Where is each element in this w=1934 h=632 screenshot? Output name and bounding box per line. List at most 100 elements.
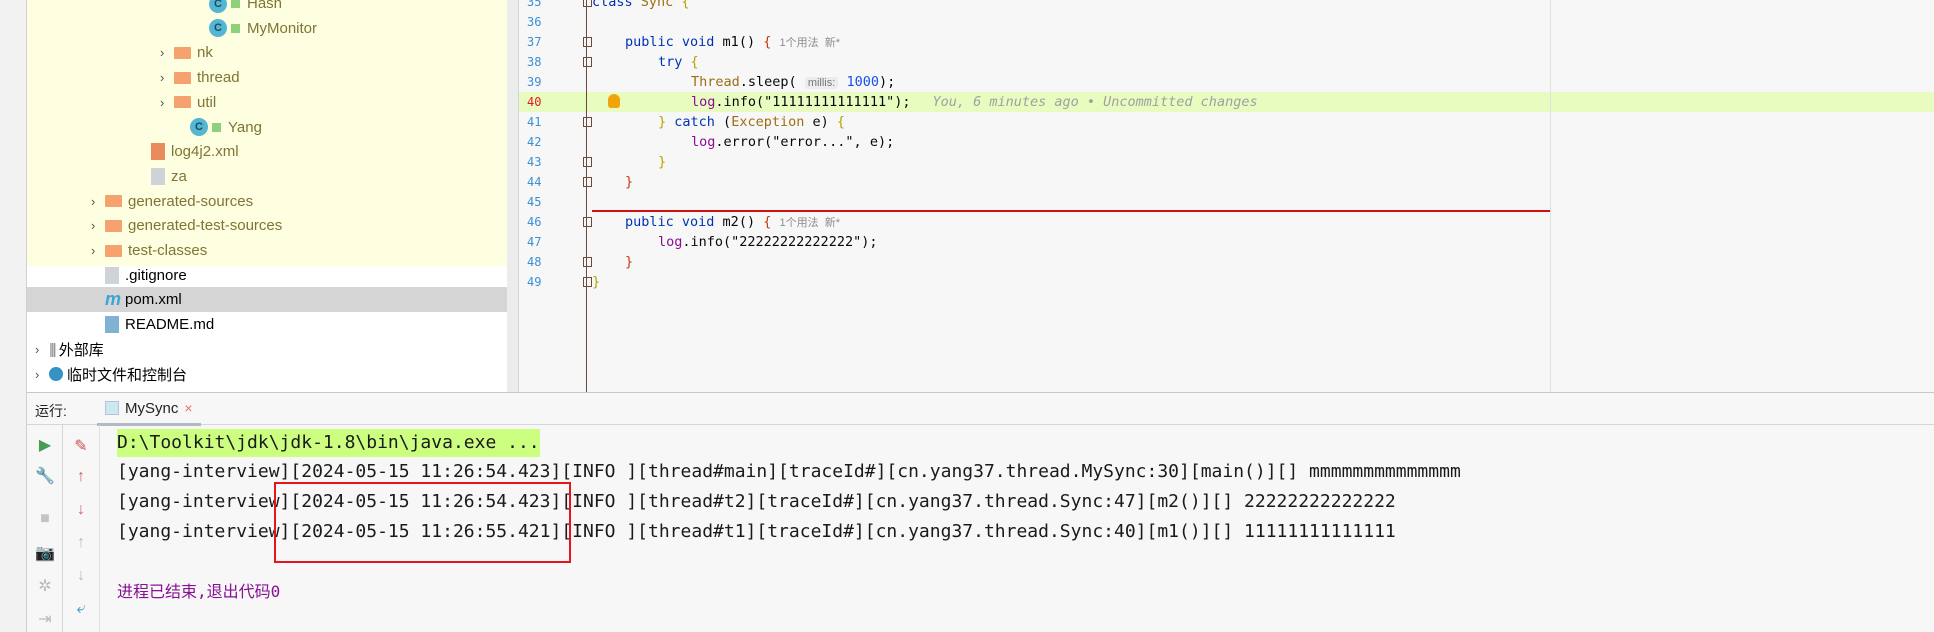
chevron-right-icon[interactable]: ›: [91, 243, 105, 258]
chevron-right-icon[interactable]: ›: [91, 218, 105, 233]
code-line[interactable]: 45: [519, 192, 1934, 212]
tree-item[interactable]: › util: [27, 90, 507, 115]
project-tree: C Hash C MyMonitor › nk › thread › util C Yang log4j…: [27, 0, 519, 392]
chevron-right-icon[interactable]: ›: [160, 45, 174, 60]
arrow-down-icon[interactable]: ↓: [68, 498, 94, 522]
code-token: 1000: [838, 74, 879, 90]
chevron-right-icon[interactable]: ›: [35, 342, 49, 357]
tree-item[interactable]: › generated-test-sources: [27, 213, 507, 238]
tab-mysync[interactable]: MySync ×: [97, 393, 201, 426]
code-line[interactable]: 37 public void m1() { 1个用法 新*: [519, 32, 1934, 52]
tree-item[interactable]: › ||| 外部库: [27, 337, 507, 362]
usages-hint[interactable]: 1个用法 新*: [779, 217, 840, 229]
chevron-right-icon[interactable]: ›: [91, 194, 105, 209]
tab-label: MySync: [125, 399, 179, 417]
camera-icon[interactable]: 📷: [32, 542, 58, 566]
code-editor[interactable]: 35 class Sync {36 37 public void m1() { 1个用…: [519, 0, 1934, 392]
tree-item[interactable]: m pom.xml: [27, 287, 518, 313]
rerun-icon[interactable]: ▶: [32, 434, 58, 458]
code-line[interactable]: 44}: [519, 172, 1934, 192]
line-number: 48: [527, 255, 542, 269]
tree-item[interactable]: › generated-sources: [27, 189, 507, 214]
stop-icon[interactable]: ■: [32, 507, 58, 531]
folder-icon: [105, 244, 122, 257]
fold-marker-icon[interactable]: [583, 277, 592, 287]
code-token: public void: [625, 34, 723, 50]
tree-scrollbar[interactable]: [507, 0, 518, 392]
fold-marker-icon[interactable]: [583, 177, 592, 187]
tree-item[interactable]: › 临时文件和控制台: [27, 362, 507, 387]
tree-item[interactable]: › thread: [27, 65, 507, 90]
code-line[interactable]: 40 log.info("11111111111111"); You, 6 minu…: [519, 92, 1934, 112]
soft-wrap-icon[interactable]: ⤶: [68, 597, 94, 621]
line-number: 41: [527, 115, 542, 129]
code-token: {: [763, 214, 772, 230]
debug-icon[interactable]: ✲: [32, 575, 58, 599]
code-token: (): [738, 214, 764, 230]
code-token: }: [658, 114, 675, 130]
arrow-down-disabled-icon[interactable]: ↓: [68, 564, 94, 588]
tree-item[interactable]: .gitignore: [27, 263, 507, 288]
tree-item[interactable]: › test-classes: [27, 238, 507, 263]
fold-marker-icon[interactable]: [583, 57, 592, 67]
console-command: D:\Toolkit\jdk\jdk-1.8\bin\java.exe ...: [117, 429, 540, 457]
tree-item[interactable]: C MyMonitor: [27, 16, 507, 41]
arrow-up-disabled-icon[interactable]: ↑: [68, 531, 94, 555]
tree-item-label: log4j2.xml: [171, 143, 239, 161]
fold-marker-icon[interactable]: [583, 0, 592, 7]
code-line[interactable]: 36: [519, 12, 1934, 32]
tree-item-label: README.md: [125, 316, 215, 334]
tree-item-label: .gitignore: [125, 266, 187, 284]
code-line[interactable]: 43}: [519, 152, 1934, 172]
close-icon[interactable]: ×: [184, 400, 192, 416]
fold-marker-icon[interactable]: [583, 257, 592, 267]
code-token: {: [836, 114, 845, 130]
tree-item[interactable]: za: [27, 164, 507, 189]
folder-icon: [174, 71, 191, 84]
login-icon[interactable]: ⇥: [32, 608, 58, 632]
code-line[interactable]: 38 try {: [519, 52, 1934, 72]
code-line[interactable]: 35 class Sync {: [519, 0, 1934, 12]
ignore-file-icon: [105, 266, 119, 284]
tree-item[interactable]: C Hash: [27, 0, 507, 16]
code-token: Sync: [640, 0, 682, 10]
code-token: (): [738, 34, 764, 50]
class-icon: C: [190, 118, 208, 136]
tree-item-label: generated-test-sources: [128, 217, 283, 235]
tree-item[interactable]: C Yang: [27, 115, 507, 140]
fold-guide: [586, 0, 587, 392]
scratch-icon: [49, 367, 63, 381]
tree-item-label: Yang: [228, 118, 262, 136]
chevron-right-icon[interactable]: ›: [35, 367, 49, 382]
fold-marker-icon[interactable]: [583, 217, 592, 227]
lightbulb-icon[interactable]: [608, 94, 620, 108]
clear-icon[interactable]: ✎: [68, 435, 94, 459]
fold-marker-icon[interactable]: [583, 117, 592, 127]
tree-item[interactable]: README.md: [27, 312, 507, 337]
fold-marker-icon[interactable]: [583, 37, 592, 47]
fold-marker-icon[interactable]: [583, 157, 592, 167]
tree-item[interactable]: › nk: [27, 40, 507, 65]
usages-hint[interactable]: 1个用法 新*: [779, 37, 840, 49]
folder-icon: [105, 219, 122, 232]
code-line[interactable]: 49}: [519, 272, 1934, 292]
chevron-right-icon[interactable]: ›: [160, 70, 174, 85]
git-blame-annotation: You, 6 minutes ago • Uncommitted changes: [932, 94, 1258, 110]
code-token: log: [691, 94, 716, 110]
chevron-right-icon[interactable]: ›: [160, 95, 174, 110]
code-token: .error("error...", e);: [715, 134, 895, 150]
code-line[interactable]: 47 log.info("22222222222222");: [519, 232, 1934, 252]
arrow-up-icon[interactable]: ↑: [68, 465, 94, 489]
code-token: class: [592, 0, 641, 10]
code-line[interactable]: 41} catch (Exception e) {: [519, 112, 1934, 132]
tree-item[interactable]: log4j2.xml: [27, 139, 507, 164]
code-line[interactable]: 39 Thread.sleep( millis: 1000);: [519, 72, 1934, 92]
left-tool-strip: [0, 0, 27, 632]
code-line[interactable]: 42 log.error("error...", e);: [519, 132, 1934, 152]
code-token: log: [658, 234, 683, 250]
code-token: {: [763, 34, 772, 50]
wrench-icon[interactable]: 🔧: [32, 465, 58, 489]
code-line[interactable]: 48}: [519, 252, 1934, 272]
code-line[interactable]: 46 public void m2() { 1个用法 新*: [519, 212, 1934, 232]
code-token: .sleep(: [739, 74, 805, 90]
